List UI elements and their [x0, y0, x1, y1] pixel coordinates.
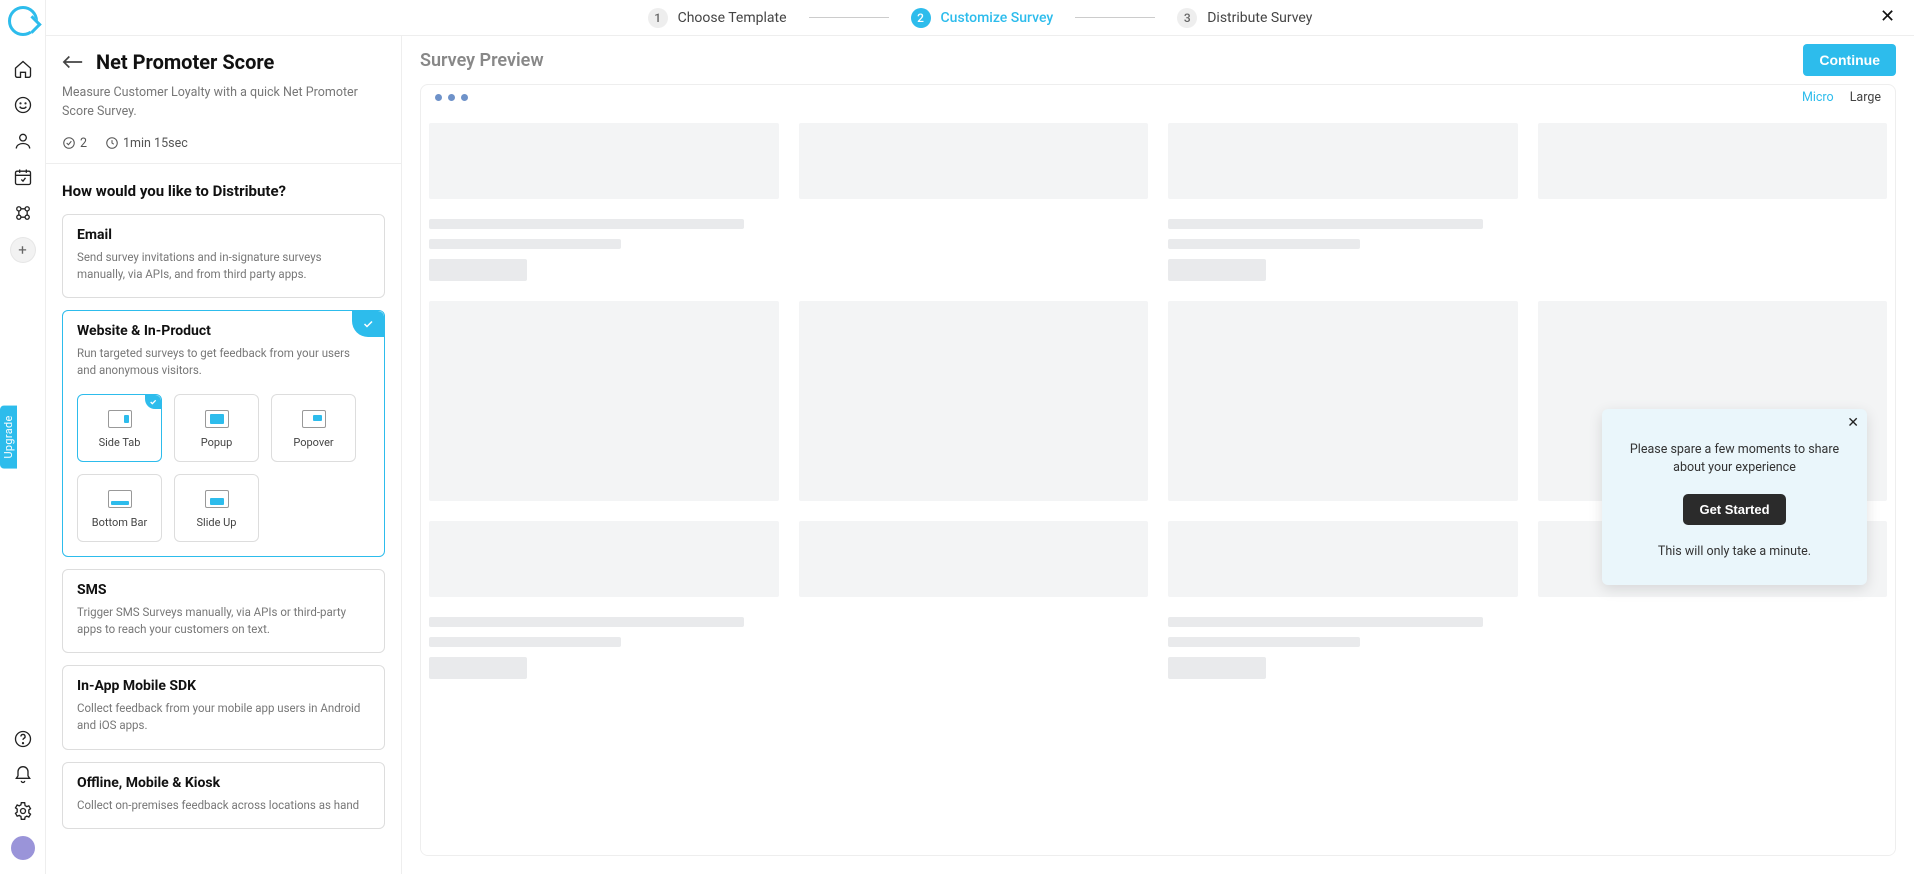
card-desc: Run targeted surveys to get feedback fro…	[77, 345, 370, 380]
home-icon[interactable]	[12, 58, 34, 80]
widget-side-tab[interactable]: Side Tab	[77, 394, 162, 462]
widget-label: Popup	[201, 436, 233, 449]
widget-label: Slide Up	[197, 516, 237, 529]
dist-card-sdk[interactable]: In-App Mobile SDK Collect feedback from …	[62, 665, 385, 750]
card-title: Offline, Mobile & Kiosk	[77, 775, 370, 791]
dist-card-kiosk[interactable]: Offline, Mobile & Kiosk Collect on-premi…	[62, 762, 385, 829]
card-desc: Collect feedback from your mobile app us…	[77, 700, 370, 735]
size-large[interactable]: Large	[1850, 90, 1881, 105]
wizard-step-label: Customize Survey	[941, 10, 1054, 26]
skeleton-page	[429, 123, 1887, 683]
dist-card-web[interactable]: Website & In-Product Run targeted survey…	[62, 310, 385, 557]
back-arrow-icon[interactable]	[62, 54, 84, 70]
preview-frame: Micro Large	[420, 84, 1896, 856]
wizard-step-2[interactable]: 2 Customize Survey	[911, 8, 1054, 28]
side-tab-icon	[108, 410, 132, 428]
card-title: In-App Mobile SDK	[77, 678, 370, 694]
survey-title: Net Promoter Score	[96, 50, 274, 74]
feedback-icon[interactable]	[12, 94, 34, 116]
preview-title: Survey Preview	[420, 50, 544, 71]
invite-footnote: This will only take a minute.	[1618, 543, 1851, 561]
notifications-icon[interactable]	[12, 764, 34, 786]
wizard-step-3[interactable]: 3 Distribute Survey	[1177, 8, 1312, 28]
preview-panel: Survey Preview Continue Micro Large	[402, 36, 1914, 874]
add-button[interactable]: +	[11, 238, 35, 262]
continue-button[interactable]: Continue	[1803, 44, 1896, 76]
widget-popup[interactable]: Popup	[174, 394, 259, 462]
integrations-icon[interactable]	[12, 202, 34, 224]
widget-slide-up[interactable]: Slide Up	[174, 474, 259, 542]
app-logo-icon[interactable]	[8, 6, 38, 36]
wizard-step-label: Distribute Survey	[1207, 10, 1312, 26]
wizard-divider	[1075, 17, 1155, 18]
distribute-heading: How would you like to Distribute?	[62, 182, 385, 200]
selected-check-icon	[145, 395, 161, 409]
invite-close-icon[interactable]: ✕	[1847, 415, 1859, 431]
widget-label: Popover	[293, 436, 333, 449]
widget-label: Bottom Bar	[92, 516, 147, 529]
widget-bottom-bar[interactable]: Bottom Bar	[77, 474, 162, 542]
popover-icon	[302, 410, 326, 428]
card-title: SMS	[77, 582, 370, 598]
check-circle-icon	[62, 136, 76, 150]
invite-text: Please spare a few moments to share abou…	[1618, 441, 1851, 476]
upgrade-tab[interactable]: Upgrade	[0, 405, 17, 468]
get-started-button[interactable]: Get Started	[1683, 494, 1785, 525]
survey-invite-card: ✕ Please spare a few moments to share ab…	[1602, 409, 1867, 585]
widget-label: Side Tab	[99, 436, 141, 449]
card-title: Email	[77, 227, 370, 243]
card-desc: Trigger SMS Surveys manually, via APIs o…	[77, 604, 370, 639]
card-desc: Collect on-premises feedback across loca…	[77, 797, 370, 814]
wizard-step-1[interactable]: 1 Choose Template	[648, 8, 787, 28]
selected-check-icon	[352, 311, 384, 337]
clock-icon	[105, 136, 119, 150]
wizard-step-label: Choose Template	[678, 10, 787, 26]
window-dots-icon	[435, 94, 468, 101]
widget-popover[interactable]: Popover	[271, 394, 356, 462]
popup-icon	[205, 410, 229, 428]
dist-card-sms[interactable]: SMS Trigger SMS Surveys manually, via AP…	[62, 569, 385, 654]
slide-up-icon	[205, 490, 229, 508]
question-count: 2	[62, 136, 87, 151]
calendar-icon[interactable]	[12, 166, 34, 188]
close-icon[interactable]: ✕	[1880, 8, 1898, 26]
contacts-icon[interactable]	[12, 130, 34, 152]
bottom-bar-icon	[108, 490, 132, 508]
config-panel: Net Promoter Score Measure Customer Loya…	[46, 36, 402, 874]
card-desc: Send survey invitations and in-signature…	[77, 249, 370, 284]
user-avatar[interactable]	[11, 836, 35, 860]
dist-card-email[interactable]: Email Send survey invitations and in-sig…	[62, 214, 385, 299]
settings-icon[interactable]	[12, 800, 34, 822]
size-micro[interactable]: Micro	[1802, 90, 1834, 105]
duration: 1min 15sec	[105, 136, 188, 151]
survey-subtitle: Measure Customer Loyalty with a quick Ne…	[62, 84, 385, 122]
wizard-steps: 1 Choose Template 2 Customize Survey 3 D…	[46, 0, 1914, 36]
wizard-divider	[809, 17, 889, 18]
help-icon[interactable]	[12, 728, 34, 750]
card-title: Website & In-Product	[77, 323, 370, 339]
